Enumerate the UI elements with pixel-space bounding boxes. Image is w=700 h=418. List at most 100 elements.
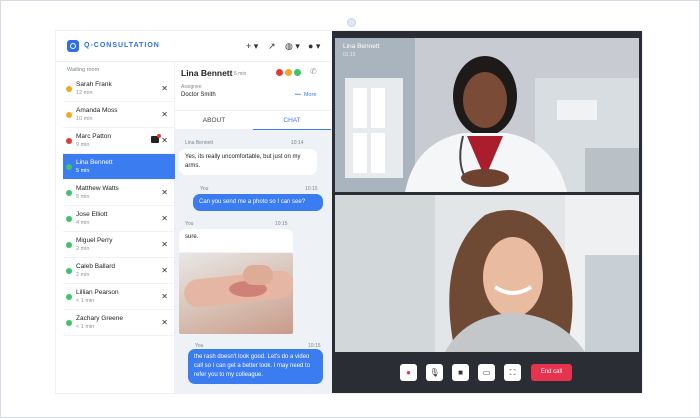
patient-wait-time: 12 min <box>76 90 93 96</box>
message-badge-icon <box>151 134 161 143</box>
camera-icon[interactable]: ■ <box>452 364 469 381</box>
patient-wait-time: 2 min <box>76 272 90 278</box>
logo-icon <box>67 40 79 52</box>
call-controls: ● 🎙 ■ ▭ ⛶ End call <box>332 355 642 393</box>
message-time: 10:15 <box>275 221 288 227</box>
end-call-button[interactable]: End call <box>531 364 572 381</box>
patient-name: Miguel Perry <box>76 237 113 244</box>
status-green-dot[interactable] <box>294 69 301 76</box>
patient-item[interactable]: Lillian Pearson < 1 min ✕ <box>63 284 175 310</box>
chat-patient-time: 5 min <box>234 71 247 77</box>
message-bubble-incoming: Yes, its really uncomfortable, but just … <box>179 149 317 175</box>
patient-name: Lina Bennett <box>76 159 113 166</box>
status-dot <box>66 112 72 118</box>
patient-item-active[interactable]: Lina Bennett 5 min <box>63 154 175 180</box>
patient-name: Amanda Moss <box>76 107 118 114</box>
patient-item[interactable]: Caleb Ballard 2 min ✕ <box>63 258 175 284</box>
video-call-area: Lina Bennett 01:15 ● 🎙 ■ ▭ ⛶ End call <box>332 31 642 393</box>
status-red-dot[interactable] <box>276 69 283 76</box>
patient-wait-time: < 1 min <box>76 298 95 304</box>
close-icon[interactable]: ✕ <box>161 318 168 327</box>
patient-wait-time: 5 min <box>76 168 90 174</box>
close-icon[interactable]: ✕ <box>161 110 168 119</box>
status-dot <box>66 320 72 326</box>
message-sender: You <box>200 186 209 192</box>
patient-item[interactable]: Marc Patton 9 min ✕ <box>63 128 175 154</box>
chat-patient-name: Lina Bennett <box>181 68 233 78</box>
status-dot <box>66 216 72 222</box>
app-window: Q-CONSULTATION + ▾ ↗ ◍ ▾ ● ▾ Waiting roo… <box>56 31 642 393</box>
patient-name: Matthew Watts <box>76 185 119 192</box>
chat-panel: Lina Bennett 5 min ✆ Assignee Doctor Smi… <box>175 62 332 393</box>
patient-wait-time: 5 min <box>76 194 90 200</box>
status-dot <box>66 242 72 248</box>
call-duration: 01:15 <box>343 52 356 58</box>
plus-icon[interactable]: + ▾ <box>246 40 258 52</box>
caller-name: Lina Bennett <box>343 43 380 50</box>
patient-name: Zachary Greene <box>76 315 123 322</box>
patient-name: Sarah Frank <box>76 81 112 88</box>
doctor-video-image <box>335 38 639 192</box>
close-icon[interactable]: ✕ <box>161 292 168 301</box>
record-icon[interactable]: ● <box>400 364 417 381</box>
tab-about[interactable]: ABOUT <box>175 111 253 131</box>
message-list: Lina Bennett 10:14 Yes, its really uncom… <box>175 130 332 393</box>
more-label: More <box>303 92 317 98</box>
screen-share-icon[interactable]: ▭ <box>478 364 495 381</box>
patient-wait-time: 2 min <box>76 246 90 252</box>
fullscreen-icon[interactable]: ⛶ <box>504 364 521 381</box>
patient-wait-time: < 1 min <box>76 324 95 330</box>
close-icon[interactable]: ✕ <box>161 136 168 145</box>
message-time: 10:15 <box>305 186 318 192</box>
patient-item[interactable]: Sarah Frank 12 min ✕ <box>63 76 175 102</box>
patient-item[interactable]: Amanda Moss 10 min ✕ <box>63 102 175 128</box>
status-dot <box>66 138 72 144</box>
patient-item[interactable]: Matthew Watts 5 min ✕ <box>63 180 175 206</box>
close-icon[interactable]: ✕ <box>161 188 168 197</box>
close-icon[interactable]: ✕ <box>161 84 168 93</box>
patient-item[interactable]: Zachary Greene < 1 min ✕ <box>63 310 175 336</box>
close-icon[interactable]: ✕ <box>161 240 168 249</box>
phone-icon[interactable]: ✆ <box>310 67 317 76</box>
globe-icon[interactable]: ◍ ▾ <box>285 40 300 52</box>
assignee-value: Doctor Smith <box>181 92 216 98</box>
user-icon[interactable]: ● ▾ <box>308 40 320 52</box>
patient-name: Caleb Ballard <box>76 263 116 270</box>
more-link[interactable]: ••• More <box>295 92 316 98</box>
status-yellow-dot[interactable] <box>285 69 292 76</box>
patient-item[interactable]: Jose Elliott 4 min ✕ <box>63 206 175 232</box>
assignee-label: Assignee <box>181 84 202 90</box>
message-bubble-outgoing: the rash doesn't look good. Let's do a v… <box>188 349 323 384</box>
photo-hand-shape <box>243 265 273 285</box>
status-dot <box>66 164 72 170</box>
patient-wait-time: 10 min <box>76 116 93 122</box>
waiting-room: Waiting room Sarah Frank 12 min ✕ Amanda… <box>63 62 175 393</box>
share-icon[interactable]: ↗ <box>268 40 276 52</box>
status-dot <box>66 86 72 92</box>
waiting-room-title: Waiting room <box>67 67 100 73</box>
remote-video-tile: Lina Bennett 01:15 <box>335 38 639 192</box>
window-indicator <box>347 18 356 27</box>
patient-item[interactable]: Miguel Perry 2 min ✕ <box>63 232 175 258</box>
message-bubble-incoming: sure. <box>179 229 293 252</box>
close-icon[interactable]: ✕ <box>161 266 168 275</box>
patient-name: Lillian Pearson <box>76 289 119 296</box>
message-bubble-outgoing: Can you send me a photo so I can see? <box>193 194 323 211</box>
message-time: 10:14 <box>291 140 304 146</box>
patient-wait-time: 4 min <box>76 220 90 226</box>
patient-name: Marc Patton <box>76 133 112 140</box>
patient-name: Jose Elliott <box>76 211 108 218</box>
tab-chat[interactable]: CHAT <box>253 111 331 131</box>
patient-video-image <box>335 195 639 352</box>
status-dot <box>66 294 72 300</box>
close-icon[interactable]: ✕ <box>161 214 168 223</box>
chat-header: Lina Bennett 5 min ✆ Assignee Doctor Smi… <box>175 62 332 110</box>
status-dot <box>66 190 72 196</box>
chat-tabs: ABOUT CHAT <box>175 110 332 131</box>
microphone-icon[interactable]: 🎙 <box>426 364 443 381</box>
brand-name: Q-CONSULTATION <box>84 42 160 49</box>
more-dots-icon: ••• <box>295 92 304 98</box>
self-video-tile <box>335 195 639 352</box>
message-sender: Lina Bennett <box>185 140 214 146</box>
rash-photo-image[interactable] <box>179 253 293 334</box>
